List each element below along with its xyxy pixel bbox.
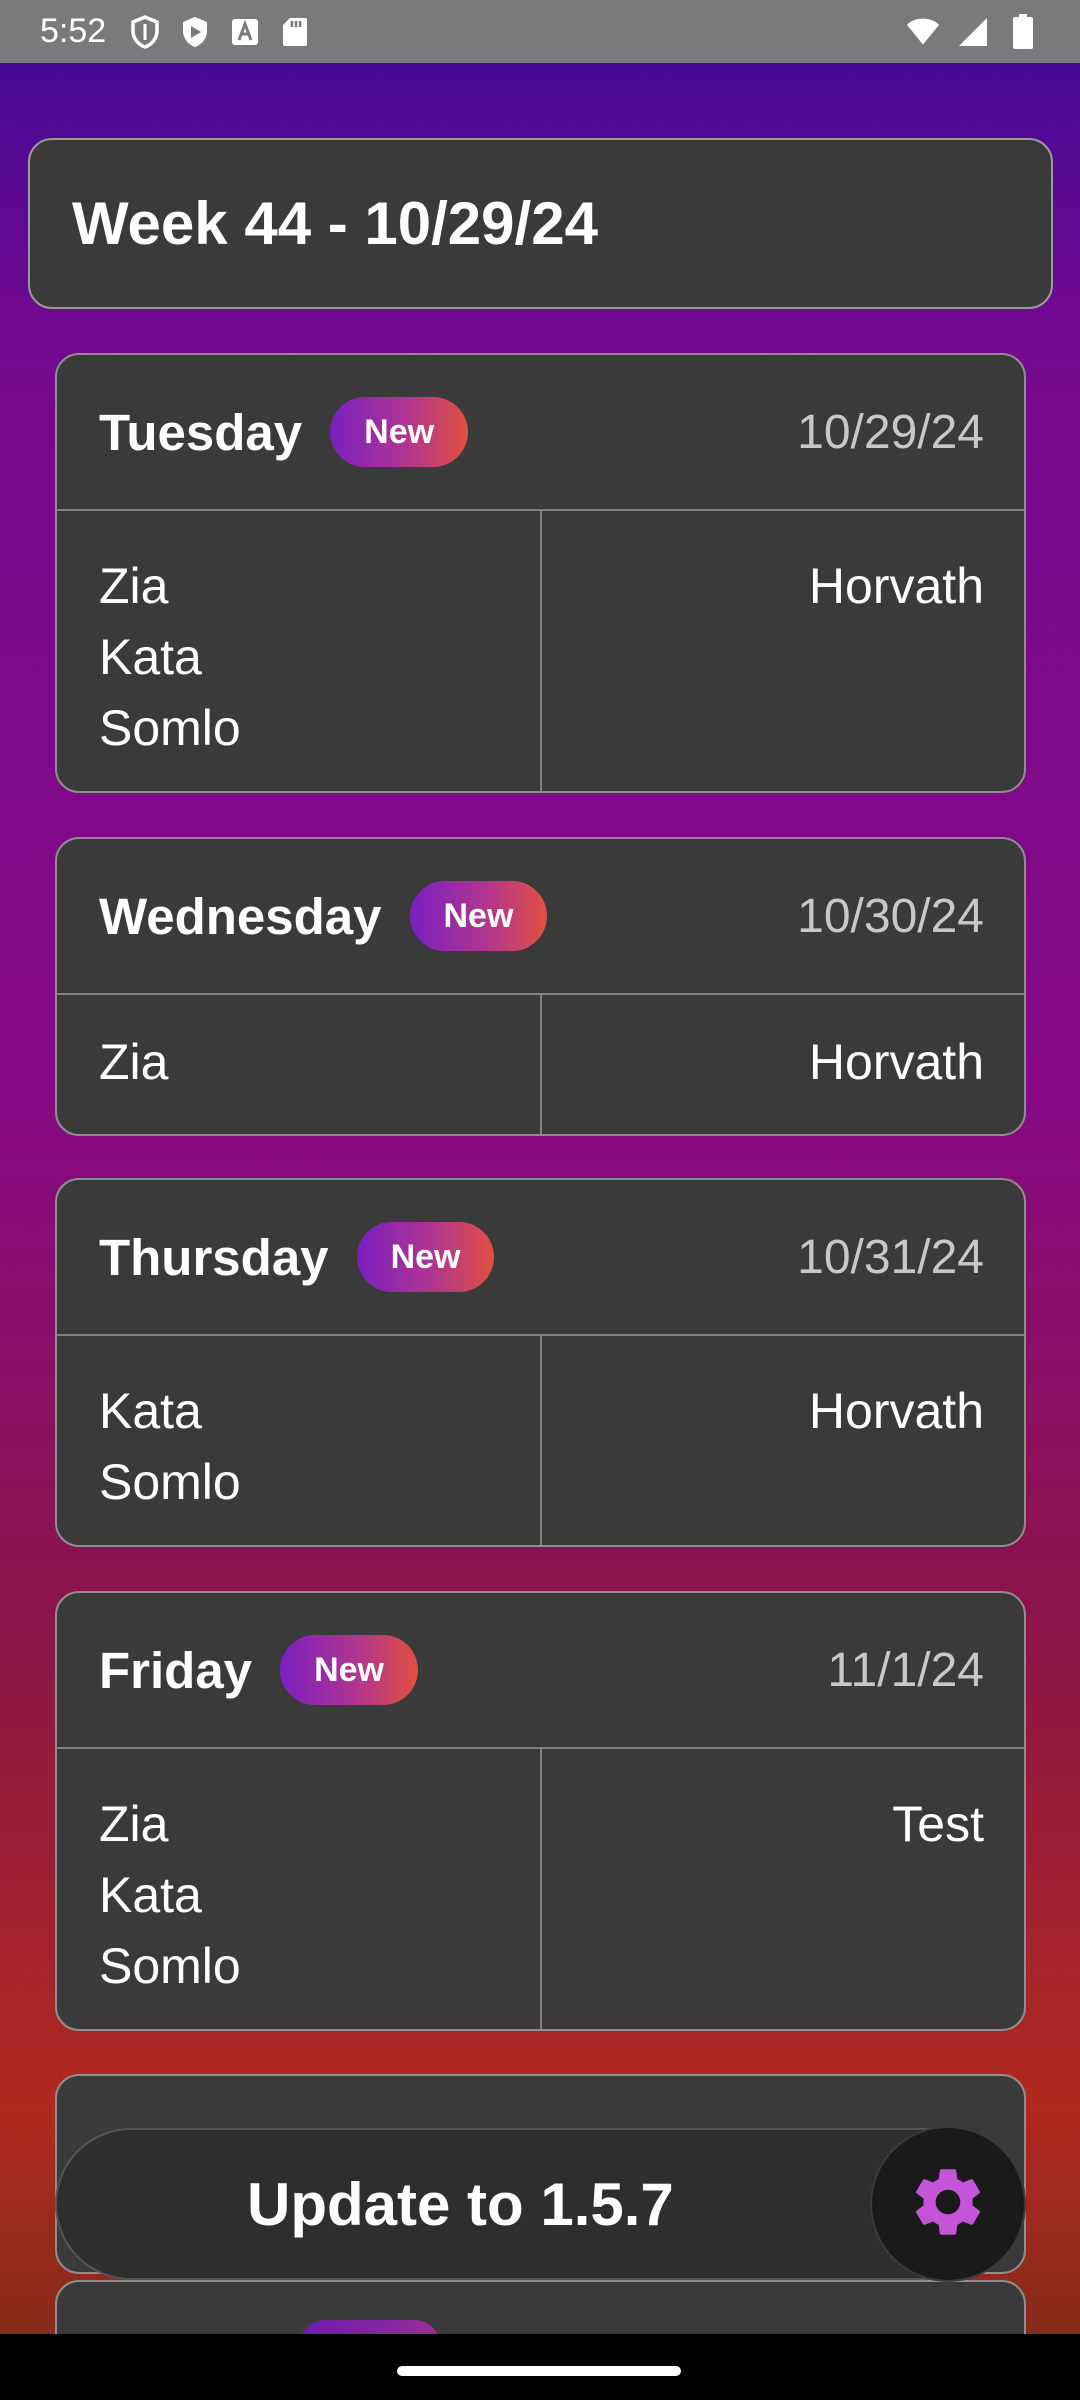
new-badge: New	[356, 1222, 495, 1292]
left-names: Zia	[57, 995, 542, 1134]
day-header: Friday New 11/1/24	[57, 1593, 1024, 1749]
right-names: Horvath	[542, 511, 1025, 791]
navigation-bar	[0, 2334, 1080, 2400]
settings-button[interactable]	[870, 2126, 1026, 2282]
font-icon	[228, 15, 262, 49]
new-badge: New	[280, 1635, 418, 1705]
day-name: Wednesday	[99, 887, 382, 945]
left-names: Zia Kata Somlo	[57, 511, 542, 791]
name-entry: Kata	[99, 1867, 202, 1923]
day-date: 10/30/24	[797, 889, 984, 943]
name-entry: Kata	[99, 1383, 202, 1439]
day-body: Zia Horvath	[57, 995, 1025, 1134]
wifi-icon	[906, 15, 940, 49]
gear-icon	[907, 2161, 989, 2248]
update-button-label: Update to 1.5.7	[247, 2170, 674, 2238]
name-entry: Horvath	[808, 1034, 984, 1090]
day-header: Wednesday New 10/30/24	[57, 839, 1024, 995]
day-body: Kata Somlo Horvath	[57, 1336, 1025, 1545]
right-names: Horvath	[542, 995, 1025, 1134]
day-name: Tuesday	[99, 403, 303, 461]
day-body: Zia Kata Somlo Test	[57, 1749, 1025, 2029]
play-store-icon	[178, 15, 212, 49]
name-entry: Zia	[99, 558, 169, 614]
day-body: Zia Kata Somlo Horvath	[57, 511, 1025, 791]
day-header: Tuesday New 10/29/24	[57, 355, 1024, 511]
name-entry: Horvath	[808, 558, 984, 614]
day-card-wednesday[interactable]: Wednesday New 10/30/24 Zia Horvath	[55, 837, 1026, 1136]
day-name: Thursday	[99, 1228, 329, 1286]
sd-card-icon	[278, 15, 312, 49]
name-entry: Kata	[99, 629, 202, 685]
signal-icon	[956, 15, 990, 49]
day-date: 10/29/24	[797, 405, 984, 459]
name-entry: Zia	[99, 1034, 169, 1090]
new-badge: New	[409, 881, 548, 951]
status-right	[906, 13, 1040, 49]
day-card-thursday[interactable]: Thursday New 10/31/24 Kata Somlo Horvath	[55, 1178, 1026, 1547]
shield-icon	[128, 14, 162, 49]
day-date: 11/1/24	[827, 1643, 984, 1697]
name-entry: Horvath	[808, 1383, 984, 1439]
day-header: Thursday New 10/31/24	[57, 1180, 1024, 1336]
day-name: Friday	[99, 1641, 253, 1699]
day-card-friday[interactable]: Friday New 11/1/24 Zia Kata Somlo Test	[55, 1591, 1026, 2031]
week-title: Week 44 - 10/29/24	[72, 190, 598, 257]
day-date: 10/31/24	[797, 1230, 984, 1284]
name-entry: Zia	[99, 1796, 169, 1852]
new-badge: New	[330, 397, 469, 467]
day-card-tuesday[interactable]: Tuesday New 10/29/24 Zia Kata Somlo Horv…	[55, 353, 1026, 793]
left-names: Zia Kata Somlo	[57, 1749, 542, 2029]
battery-icon	[1006, 13, 1040, 49]
week-header-card: Week 44 - 10/29/24	[28, 138, 1053, 309]
status-time: 5:52	[40, 12, 107, 50]
name-entry: Somlo	[99, 700, 241, 756]
gesture-handle[interactable]	[397, 2366, 681, 2376]
name-entry: Somlo	[99, 1454, 241, 1510]
status-left: 5:52	[40, 12, 312, 51]
status-bar: 5:52	[0, 0, 1080, 63]
name-entry: Test	[892, 1796, 984, 1852]
right-names: Test	[542, 1749, 1025, 2029]
right-names: Horvath	[542, 1336, 1025, 1545]
name-entry: Somlo	[99, 1938, 241, 1994]
left-names: Kata Somlo	[57, 1336, 542, 1545]
